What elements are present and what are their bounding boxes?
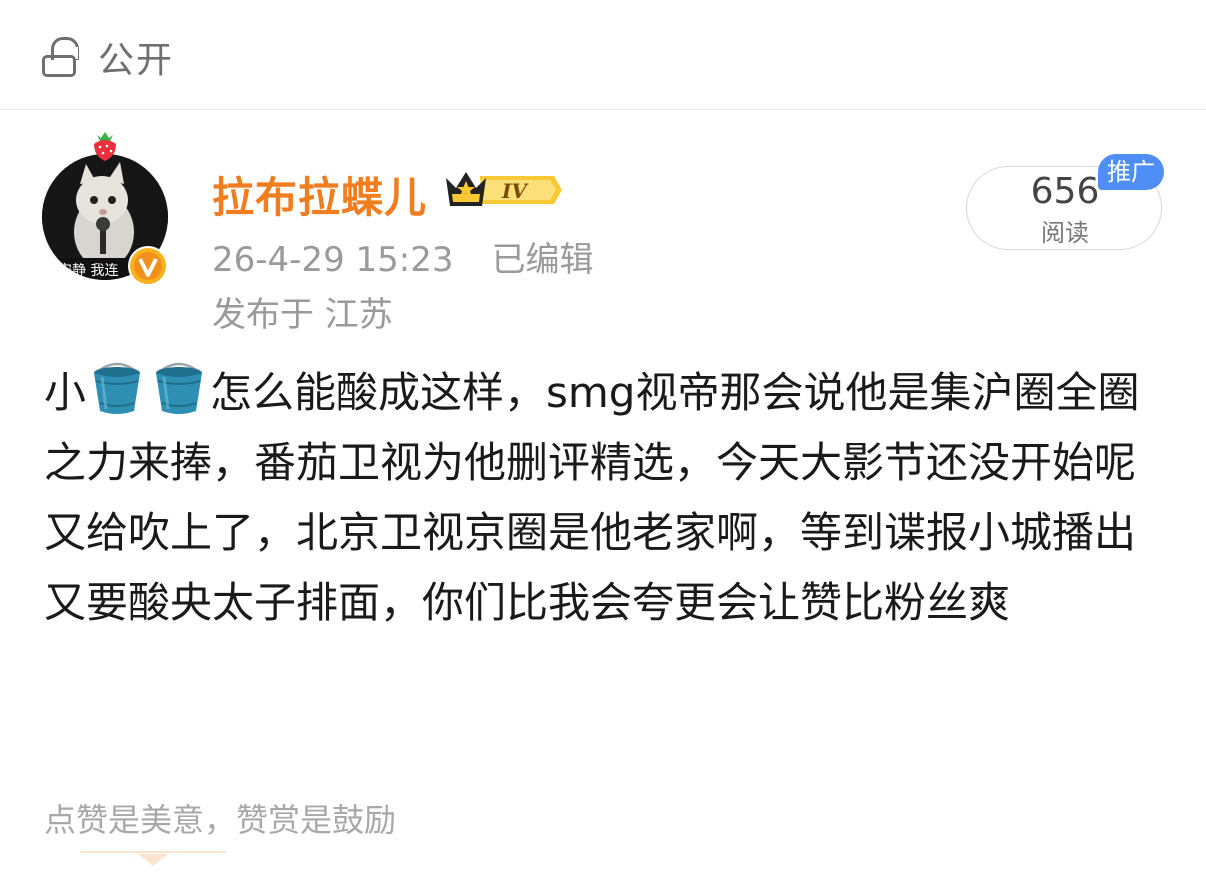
author-name[interactable]: 拉布拉蝶儿 [212, 164, 427, 225]
bucket-icon [156, 362, 203, 414]
visibility-label: 公开 [98, 40, 175, 81]
avatar-caption: 安静 我连 [58, 263, 118, 279]
strawberry-icon [94, 132, 116, 161]
post-location: 发布于 江苏 [212, 295, 393, 335]
post-text-start: 小 [44, 368, 87, 417]
top-bar: 公开 [0, 0, 1206, 110]
views-label: 阅读 [1041, 219, 1089, 247]
post-meta: 26-4-29 15:23 已编辑 [212, 232, 594, 281]
level-badge-text: IV [501, 179, 529, 203]
reward-hint: 点赞是美意，赞赏是鼓励 [44, 801, 397, 839]
edited-label[interactable]: 已编辑 [492, 240, 594, 280]
member-crown-badge[interactable]: IV [444, 168, 562, 212]
author-avatar-block[interactable]: 安静 我连 [42, 130, 172, 290]
post-timestamp: 26-4-29 15:23 [212, 240, 454, 280]
bucket-icon [94, 362, 141, 414]
post-content: 小 怎么能酸成这样，smg视帝那会说他是集沪圈全圈之力来捧，番茄卫视为他删评精选… [44, 358, 1164, 638]
post-text-body: 怎么能酸成这样，smg视帝那会说他是集沪圈全圈之力来捧，番茄卫视为他删评精选，今… [44, 368, 1140, 627]
promo-tag[interactable]: 推广 [1098, 154, 1164, 190]
visibility-setting[interactable]: 公开 [40, 32, 174, 82]
verified-v-icon [128, 246, 168, 286]
unlock-icon [40, 35, 80, 79]
